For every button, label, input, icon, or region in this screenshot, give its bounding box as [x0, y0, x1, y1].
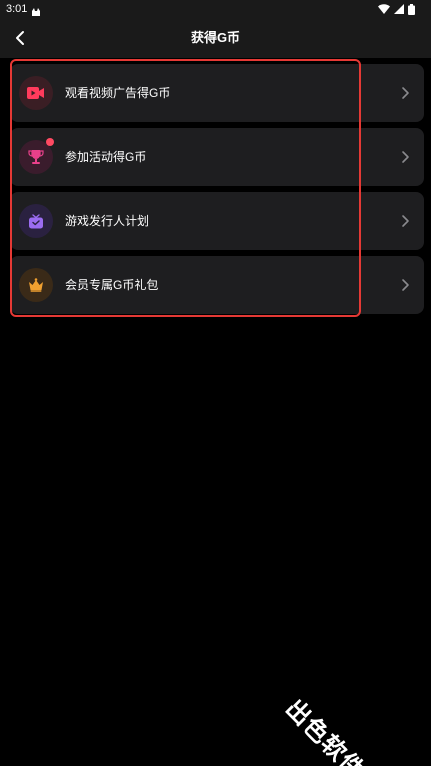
status-icons	[378, 3, 415, 15]
item-icon-container	[19, 138, 54, 174]
signal-icon	[394, 4, 404, 14]
tv-icon	[29, 213, 43, 228]
header: 获得G币	[0, 18, 431, 58]
item-label: 观看视频广告得G币	[65, 86, 171, 100]
status-time: 3:01	[6, 3, 28, 15]
chevron-right-icon	[402, 151, 409, 163]
page: 3:01 获得G币 观看视频广告得G币 参加活动得G币 游戏发行人计划 会员专属…	[0, 0, 431, 766]
list-item-join-events[interactable]: 参加活动得G币	[10, 128, 424, 186]
notification-badge	[46, 138, 54, 146]
item-label: 会员专属G币礼包	[65, 278, 159, 292]
app-notification-icon	[31, 4, 41, 16]
page-title: 获得G币	[190, 30, 241, 45]
list-item-vip-coin-gift[interactable]: 会员专属G币礼包	[10, 256, 424, 314]
chevron-right-icon	[402, 215, 409, 227]
list-item-game-publisher-plan[interactable]: 游戏发行人计划	[10, 192, 424, 250]
battery-icon	[408, 3, 415, 15]
item-icon-container	[19, 76, 53, 110]
item-label: 参加活动得G币	[65, 150, 147, 164]
item-label: 游戏发行人计划	[65, 214, 150, 228]
list-item-watch-video-ads[interactable]: 观看视频广告得G币	[10, 64, 424, 122]
crown-icon	[29, 278, 43, 292]
earn-coins-list: 观看视频广告得G币 参加活动得G币 游戏发行人计划 会员专属G币礼包	[10, 64, 424, 320]
chevron-right-icon	[402, 87, 409, 99]
trophy-icon	[28, 150, 44, 164]
status-bar: 3:01	[0, 0, 431, 18]
video-play-icon	[27, 87, 44, 99]
watermark: 出色软件站	[279, 694, 388, 766]
wifi-icon	[378, 4, 390, 14]
item-icon-container	[19, 204, 53, 238]
item-icon-container	[19, 268, 53, 302]
chevron-right-icon	[402, 279, 409, 291]
